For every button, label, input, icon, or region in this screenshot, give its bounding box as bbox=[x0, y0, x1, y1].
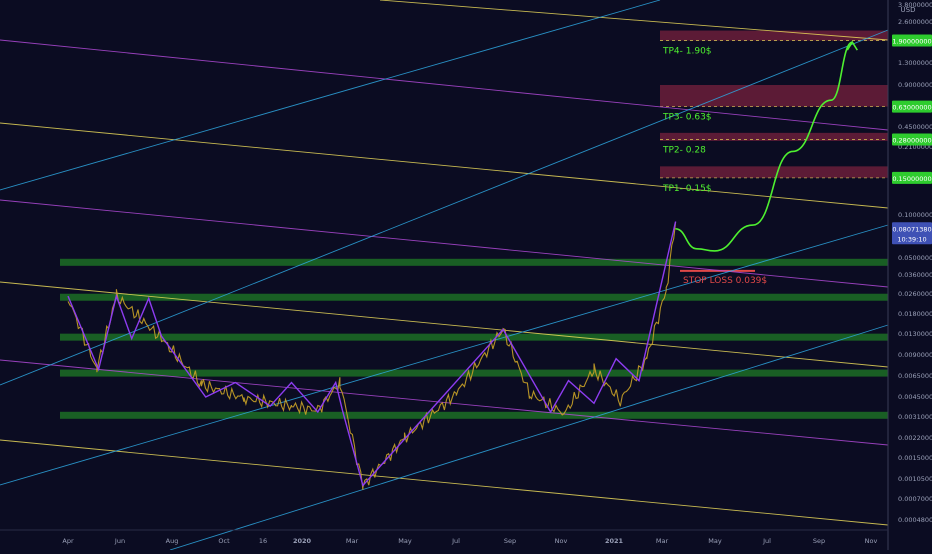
x-tick-label: May bbox=[708, 537, 722, 545]
y-tick-label: 0.01800000 bbox=[898, 310, 932, 318]
y-tick-label: 0.00650000 bbox=[898, 372, 932, 380]
y-tick-label: 2.60000000 bbox=[898, 18, 932, 26]
y-tick-label: 0.05000000 bbox=[898, 254, 932, 262]
price-tag-tp2-text: 0.28000000 bbox=[892, 136, 931, 144]
chart-background bbox=[0, 0, 932, 550]
x-tick-label: Mar bbox=[656, 537, 669, 545]
y-tick-label: 0.03600000 bbox=[898, 271, 932, 279]
x-tick-label: 16 bbox=[259, 537, 267, 545]
y-tick-label: 0.00105000 bbox=[898, 475, 932, 483]
price-tag-tp4-text: 1.90000000 bbox=[892, 38, 931, 46]
support-zone bbox=[60, 258, 888, 266]
target-label-2: TP2- 0.28 bbox=[662, 145, 706, 155]
current-price-text: 0.08071380 bbox=[892, 225, 931, 233]
x-tick-label: Jul bbox=[762, 537, 771, 545]
y-tick-label: 3.80000000 bbox=[898, 1, 932, 9]
y-tick-label: 0.00450000 bbox=[898, 393, 932, 401]
y-tick-label: 0.00048000 bbox=[898, 516, 932, 524]
x-tick-label: 2021 bbox=[605, 537, 624, 545]
y-tick-label: 0.45000000 bbox=[898, 123, 932, 131]
x-tick-label: Sep bbox=[504, 537, 516, 545]
x-tick-label: Apr bbox=[62, 537, 74, 545]
target-label-1: TP1- 0.15$ bbox=[662, 184, 712, 194]
x-tick-label: Sep bbox=[813, 537, 825, 545]
price-chart[interactable]: TP1- 0.15$ TP2- 0.28 TP3- 0.63$ TP4- 1.90$ S… bbox=[0, 0, 932, 551]
target-label-4: TP4- 1.90$ bbox=[662, 47, 712, 57]
y-tick-label: 0.00220000 bbox=[898, 434, 932, 442]
target-zone bbox=[660, 85, 888, 107]
y-tick-label: 0.00310000 bbox=[898, 413, 932, 421]
stop-loss-label: STOP LOSS 0.039$ bbox=[683, 276, 767, 286]
y-tick-label: 0.01300000 bbox=[898, 330, 932, 338]
support-zone bbox=[60, 411, 888, 419]
target-label-3: TP3- 0.63$ bbox=[662, 113, 712, 123]
y-tick-label: 0.00070000 bbox=[898, 495, 932, 503]
price-tag-tp3-text: 0.63000000 bbox=[892, 104, 931, 112]
support-zone bbox=[60, 369, 888, 377]
current-price-countdown: 10:39:10 bbox=[897, 235, 926, 243]
x-tick-label: Mar bbox=[346, 537, 359, 545]
chart-canvas[interactable]: TP1- 0.15$ TP2- 0.28 TP3- 0.63$ TP4- 1.90$ S… bbox=[0, 0, 932, 551]
x-tick-label: Jul bbox=[451, 537, 460, 545]
y-tick-label: 0.00900000 bbox=[898, 351, 932, 359]
y-tick-label: 0.00150000 bbox=[898, 454, 932, 462]
x-tick-label: 2020 bbox=[293, 537, 312, 545]
x-tick-label: Oct bbox=[218, 537, 230, 545]
y-tick-label: 1.30000000 bbox=[898, 59, 932, 67]
target-zone bbox=[660, 166, 888, 178]
support-zone bbox=[60, 333, 888, 341]
y-tick-label: 0.10000000 bbox=[898, 211, 932, 219]
x-tick-label: Aug bbox=[166, 537, 179, 545]
price-tag-tp1-text: 0.15000000 bbox=[892, 175, 931, 183]
x-tick-label: May bbox=[398, 537, 412, 545]
x-tick-label: Nov bbox=[865, 537, 878, 545]
x-tick-label: Nov bbox=[555, 537, 568, 545]
x-tick-label: Jun bbox=[114, 537, 125, 545]
y-tick-label: 0.02600000 bbox=[898, 290, 932, 298]
y-tick-label: 0.90000000 bbox=[898, 81, 932, 89]
target-zone bbox=[660, 30, 888, 41]
